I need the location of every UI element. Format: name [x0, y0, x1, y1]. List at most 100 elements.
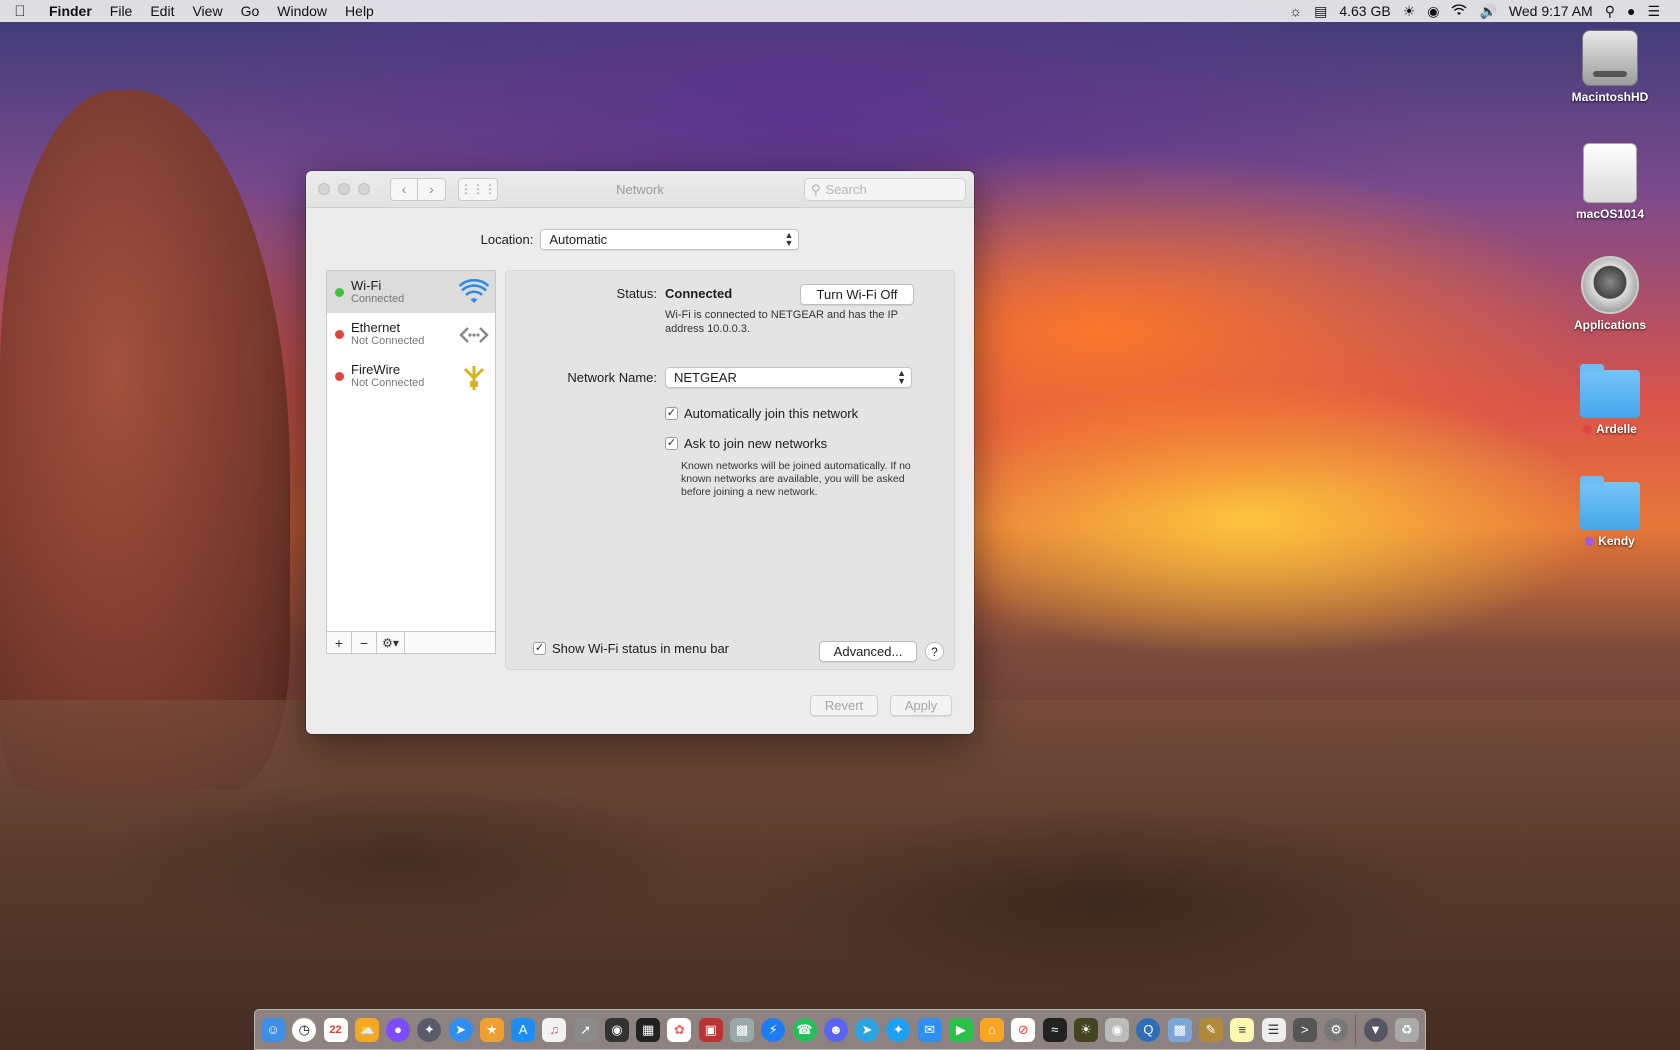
- network-name-popup[interactable]: NETGEAR ▲ ▼: [665, 367, 912, 388]
- rocket-icon[interactable]: ➚: [573, 1017, 598, 1042]
- wifi-menu-icon[interactable]: [1445, 3, 1473, 19]
- menu-file[interactable]: File: [101, 3, 142, 19]
- menu-view[interactable]: View: [183, 3, 231, 19]
- ask-join-checkbox[interactable]: ✓: [665, 437, 678, 450]
- desktop-icon-ardelle[interactable]: Ardelle: [1540, 364, 1680, 436]
- textedit-icon[interactable]: ≡: [1230, 1017, 1255, 1042]
- sun-icon[interactable]: ☀: [1397, 3, 1422, 20]
- search-icon: ⚲: [811, 181, 821, 197]
- home-icon[interactable]: ⌂: [980, 1017, 1005, 1042]
- desktop-icon-applications[interactable]: Applications: [1540, 256, 1680, 332]
- show-all-button[interactable]: ⋮⋮⋮: [458, 177, 498, 201]
- auto-join-checkbox[interactable]: ✓: [665, 407, 678, 420]
- app-store-icon[interactable]: A: [511, 1017, 536, 1042]
- service-item-firewire[interactable]: FireWire Not Connected: [327, 355, 495, 397]
- volume-icon[interactable]: 🔊: [1473, 3, 1502, 20]
- menu-help[interactable]: Help: [336, 3, 383, 19]
- revert-button[interactable]: Revert: [810, 695, 878, 716]
- menu-finder[interactable]: Finder: [40, 3, 101, 19]
- location-row: Location: Automatic ▲ ▼: [306, 229, 974, 250]
- back-button[interactable]: ‹: [390, 177, 418, 201]
- news-icon[interactable]: ⊘: [1011, 1017, 1036, 1042]
- preview-icon[interactable]: ▩: [729, 1017, 754, 1042]
- siri-icon[interactable]: ●: [386, 1017, 411, 1042]
- forward-button[interactable]: ›: [418, 177, 446, 201]
- calendar-icon[interactable]: 22: [323, 1017, 348, 1042]
- downloads-icon[interactable]: ▼: [1363, 1017, 1388, 1042]
- stocks-icon[interactable]: ≈: [1042, 1017, 1067, 1042]
- discord-icon[interactable]: ☻: [823, 1017, 848, 1042]
- service-item-wifi[interactable]: Wi-Fi Connected: [327, 271, 495, 313]
- grid-app-icon[interactable]: ▦: [636, 1017, 661, 1042]
- updown-arrows-icon: ▲ ▼: [784, 230, 794, 248]
- service-list-toolbar: + − ⚙▾: [327, 631, 495, 653]
- photo-app-icon[interactable]: ☀: [1073, 1017, 1098, 1042]
- memory-readout[interactable]: 4.63 GB: [1333, 3, 1396, 19]
- activity-icon[interactable]: ◉: [604, 1017, 629, 1042]
- location-label: Location:: [480, 232, 534, 247]
- brightness-icon[interactable]: ☼: [1283, 3, 1308, 19]
- service-item-ethernet[interactable]: Ethernet Not Connected: [327, 313, 495, 355]
- search-input[interactable]: [825, 182, 956, 197]
- help-button[interactable]: ?: [925, 642, 944, 661]
- siri-menu-icon[interactable]: ●: [1621, 3, 1641, 19]
- service-actions-button[interactable]: ⚙▾: [377, 632, 405, 653]
- desktop-icon-kendy[interactable]: Kendy: [1540, 476, 1680, 548]
- quicktime-icon[interactable]: Q: [1136, 1017, 1161, 1042]
- script-editor-icon[interactable]: ☰: [1261, 1017, 1286, 1042]
- whatsapp-icon[interactable]: ☎: [792, 1017, 817, 1042]
- trash-icon[interactable]: ♻: [1394, 1017, 1419, 1042]
- menu-window[interactable]: Window: [268, 3, 336, 19]
- photos-icon[interactable]: ✿: [667, 1017, 692, 1042]
- notification-center-icon[interactable]: ☰: [1641, 3, 1666, 20]
- clock-icon[interactable]: ◷: [292, 1017, 317, 1042]
- disk-utility-icon[interactable]: ◉: [1105, 1017, 1130, 1042]
- chevron-right-icon: ›: [429, 181, 434, 197]
- menu-edit[interactable]: Edit: [141, 3, 183, 19]
- messages-icon[interactable]: ✉: [917, 1017, 942, 1042]
- apply-button[interactable]: Apply: [890, 695, 952, 716]
- desktop-icon-label: Kendy: [1598, 534, 1635, 548]
- network-name-label: Network Name:: [567, 370, 657, 385]
- facetime-icon[interactable]: ▶: [948, 1017, 973, 1042]
- weather-icon[interactable]: ⛅: [354, 1017, 379, 1042]
- window-titlebar[interactable]: ‹ › ⋮⋮⋮ Network ⚲: [306, 171, 974, 208]
- music-icon[interactable]: ♫: [542, 1017, 567, 1042]
- notes-icon[interactable]: ✎: [1198, 1017, 1223, 1042]
- twitter-icon[interactable]: ✦: [886, 1017, 911, 1042]
- safari-icon[interactable]: ➤: [448, 1017, 473, 1042]
- vpn-icon[interactable]: ◉: [1421, 3, 1445, 20]
- remove-service-button[interactable]: −: [352, 632, 377, 653]
- terminal-icon[interactable]: >: [1292, 1017, 1317, 1042]
- messenger-icon[interactable]: ⚡: [761, 1017, 786, 1042]
- zoom-button[interactable]: [358, 183, 370, 195]
- desktop-icon-macos1014[interactable]: macOS1014: [1540, 143, 1680, 221]
- photo-booth-icon[interactable]: ▣: [698, 1017, 723, 1042]
- memory-icon[interactable]: ▤: [1308, 3, 1333, 20]
- location-popup[interactable]: Automatic ▲ ▼: [540, 229, 800, 250]
- system-preferences-icon[interactable]: ⚙: [1324, 1017, 1349, 1042]
- folder-icon: [1580, 364, 1640, 418]
- desktop-icon-macintoshhd[interactable]: MacintoshHD: [1540, 30, 1680, 104]
- preview-2-icon[interactable]: ▩: [1167, 1017, 1192, 1042]
- finder-icon[interactable]: ☺: [261, 1017, 285, 1042]
- turn-wifi-off-button[interactable]: Turn Wi-Fi Off: [800, 284, 914, 305]
- add-service-button[interactable]: +: [327, 632, 352, 653]
- service-status: Not Connected: [351, 377, 425, 389]
- search-field[interactable]: ⚲: [804, 178, 966, 201]
- telegram-icon[interactable]: ➤: [855, 1017, 880, 1042]
- spotlight-icon[interactable]: ⚲: [1599, 3, 1621, 20]
- service-name: Ethernet: [351, 320, 401, 335]
- advanced-button[interactable]: Advanced...: [819, 641, 917, 662]
- menu-clock[interactable]: Wed 9:17 AM: [1503, 3, 1599, 19]
- close-button[interactable]: [318, 183, 330, 195]
- minus-icon: −: [359, 634, 369, 651]
- launchpad-icon[interactable]: ✦: [417, 1017, 442, 1042]
- fantastical-icon[interactable]: ★: [479, 1017, 504, 1042]
- minimize-button[interactable]: [338, 183, 350, 195]
- apple-logo-icon[interactable]: : [0, 3, 40, 20]
- service-list: Wi-Fi Connected Ethernet Not Connected F…: [326, 270, 496, 654]
- show-status-checkbox[interactable]: ✓: [533, 642, 546, 655]
- question-mark-icon: ?: [931, 644, 938, 659]
- menu-go[interactable]: Go: [232, 3, 269, 19]
